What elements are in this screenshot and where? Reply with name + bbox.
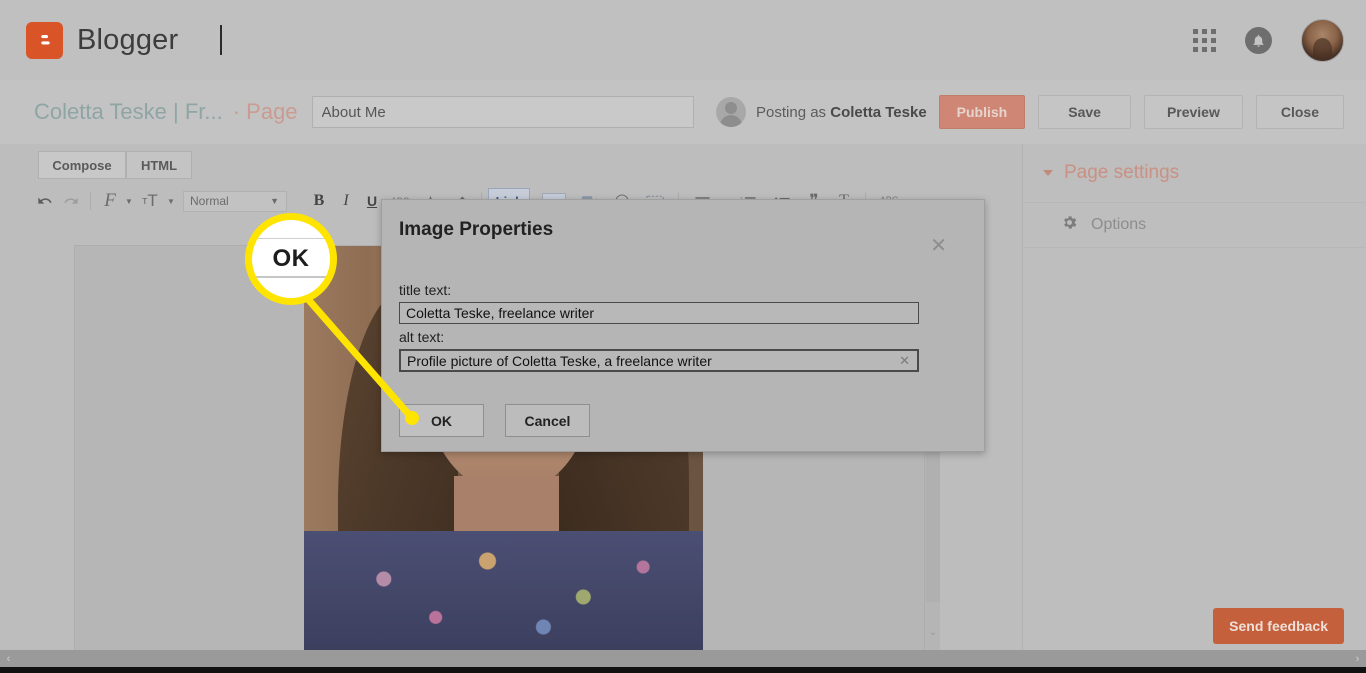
callout-detail: [252, 276, 330, 278]
bell-icon[interactable]: [1245, 26, 1272, 54]
paragraph-format-value: Normal: [190, 194, 229, 208]
posting-as-name: Coletta Teske: [830, 103, 927, 121]
redo-icon[interactable]: [58, 188, 84, 214]
page-settings-title: Page settings: [1064, 162, 1180, 183]
tab-html[interactable]: HTML: [126, 151, 192, 179]
font-family-icon[interactable]: F: [97, 188, 123, 214]
toolbar-divider: [90, 192, 91, 210]
scroll-left-arrow-icon[interactable]: ‹: [0, 650, 17, 667]
tab-compose[interactable]: Compose: [38, 151, 126, 179]
save-button[interactable]: Save: [1038, 95, 1131, 129]
chevron-down-icon: ▼: [270, 196, 279, 206]
page-settings-panel: Page settings Options: [1022, 144, 1366, 650]
image-properties-dialog: Image Properties ✕ title text: alt text:…: [381, 199, 985, 452]
alt-text-label: alt text:: [399, 329, 445, 345]
editor-action-bar: Coletta Teske | Fr... · Page Posting as …: [0, 80, 1366, 144]
chevron-down-icon: [1043, 170, 1053, 176]
blogger-logo-icon: [26, 21, 63, 59]
page-title-input[interactable]: [311, 96, 695, 128]
close-button[interactable]: Close: [1255, 95, 1344, 129]
chevron-down-icon[interactable]: ▼: [123, 188, 135, 214]
posting-as-prefix: Posting as: [756, 103, 831, 121]
sidebar-item-options[interactable]: Options: [1023, 202, 1366, 248]
bold-button[interactable]: B: [305, 188, 333, 214]
publish-button[interactable]: Publish: [938, 95, 1026, 129]
clear-icon[interactable]: ✕: [899, 353, 910, 369]
dialog-cancel-button[interactable]: Cancel: [505, 404, 590, 437]
preview-button[interactable]: Preview: [1143, 95, 1243, 129]
italic-button[interactable]: I: [333, 188, 359, 214]
top-header-actions: [1193, 18, 1344, 62]
window-bottom-edge: [0, 667, 1366, 673]
posting-as-label: Posting as Coletta Teske: [756, 104, 927, 121]
chevron-down-icon[interactable]: ▼: [165, 188, 177, 214]
breadcrumb-blog-name[interactable]: Coletta Teske | Fr...: [34, 99, 223, 125]
browser-horizontal-scrollbar[interactable]: ‹ ›: [0, 650, 1366, 667]
top-header-bar: Blogger: [0, 0, 1366, 80]
dialog-title: Image Properties: [399, 219, 554, 240]
callout-detail: [252, 238, 330, 239]
title-text-label: title text:: [399, 282, 452, 298]
editor-tabs: Compose HTML: [0, 144, 1022, 185]
scroll-down-arrow-icon[interactable]: ⌄: [925, 624, 941, 640]
callout-magnifier: OK: [245, 213, 337, 305]
image-detail: [304, 531, 703, 651]
posting-avatar: [716, 97, 747, 127]
breadcrumb-page-label: · Page: [232, 99, 298, 124]
scroll-right-arrow-icon[interactable]: ›: [1349, 650, 1366, 667]
apps-grid-icon[interactable]: [1193, 28, 1216, 52]
page-settings-header[interactable]: Page settings: [1023, 144, 1366, 202]
user-avatar[interactable]: [1301, 18, 1344, 62]
undo-icon[interactable]: [32, 188, 58, 214]
send-feedback-button[interactable]: Send feedback: [1213, 608, 1344, 644]
font-size-icon[interactable]: тT: [135, 188, 165, 214]
gear-icon: [1061, 214, 1078, 236]
posting-as: Posting as Coletta Teske: [716, 97, 927, 127]
blogger-page-editor: Blogger Coletta Teske | Fr... · Page Pos…: [0, 0, 1366, 673]
paragraph-format-select[interactable]: Normal ▼: [183, 190, 287, 212]
callout-label: OK: [272, 245, 310, 272]
brand[interactable]: Blogger: [26, 21, 179, 59]
brand-name: Blogger: [77, 23, 179, 56]
title-text-input[interactable]: [399, 302, 919, 324]
dialog-buttons: OK Cancel: [399, 404, 590, 437]
dialog-ok-button[interactable]: OK: [399, 404, 484, 437]
sidebar-item-label: Options: [1091, 216, 1147, 233]
text-cursor: [220, 25, 223, 55]
alt-text-input[interactable]: [399, 349, 919, 372]
close-icon[interactable]: ✕: [930, 236, 947, 256]
